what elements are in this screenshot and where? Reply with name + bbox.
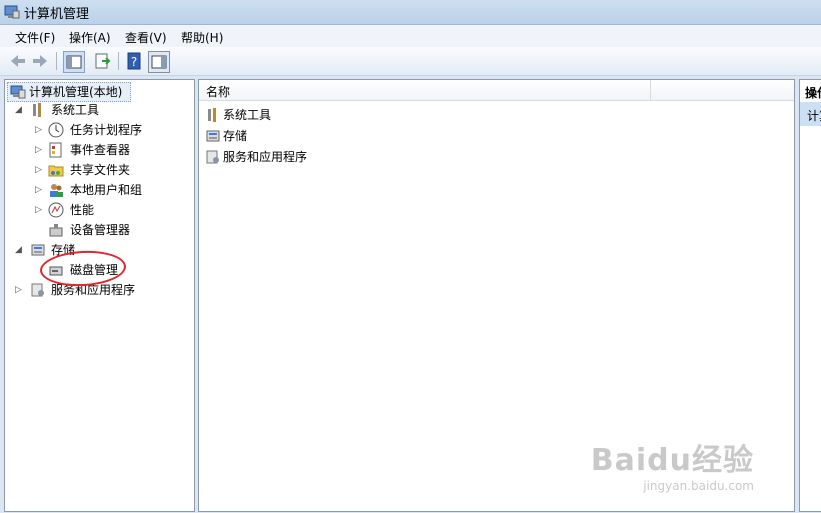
storage-icon: [31, 244, 45, 256]
shared-folder-icon: [48, 165, 64, 177]
tree-label: 共享文件夹: [70, 163, 131, 177]
actions-header-label: 操作: [805, 86, 821, 100]
collapsed-arrow-icon[interactable]: ▷: [35, 201, 42, 219]
performance-icon: [48, 202, 64, 218]
collapsed-arrow-icon[interactable]: ▷: [35, 121, 42, 139]
event-viewer-icon: [49, 142, 62, 158]
actions-header: 操作: [800, 80, 821, 102]
list-item-label: 服务和应用程序: [223, 150, 308, 164]
list-item-label: 存储: [223, 129, 248, 143]
expanded-arrow-icon[interactable]: ◢: [15, 101, 22, 119]
console-tree: 计算机管理(本地) ◢ 系统工具 ▷ 任务计划程序 ▷ 事件查看器 ▷ 共享文件…: [4, 79, 195, 512]
watermark-brand: Baidu经验: [590, 443, 754, 478]
computer-management-icon: [10, 85, 26, 99]
column-header: 名称: [199, 80, 794, 101]
menu-bar: 文件(F) 操作(A) 查看(V) 帮助(H): [0, 25, 821, 47]
tree-label: 性能: [70, 203, 95, 217]
tree-item-root[interactable]: 计算机管理(本地): [7, 82, 131, 102]
menu-help[interactable]: 帮助(H): [181, 29, 223, 46]
collapsed-arrow-icon[interactable]: ▷: [15, 281, 22, 299]
collapsed-arrow-icon[interactable]: ▷: [35, 141, 42, 159]
collapsed-arrow-icon[interactable]: ▷: [35, 161, 42, 179]
column-divider: [650, 80, 651, 100]
collapsed-arrow-icon[interactable]: ▷: [35, 181, 42, 199]
tools-icon: [33, 103, 41, 117]
services-icon: [206, 150, 219, 164]
tree-label: 设备管理器: [70, 223, 131, 237]
device-manager-icon: [49, 224, 63, 237]
menu-action[interactable]: 操作(A): [69, 29, 111, 46]
services-icon: [31, 283, 44, 297]
tree-item-system-tools[interactable]: ◢ 系统工具: [15, 101, 185, 119]
back-arrow-icon[interactable]: [8, 51, 28, 71]
tree-item-shared-folders[interactable]: ▷ 共享文件夹: [35, 161, 185, 179]
export-list-icon[interactable]: [93, 51, 113, 71]
actions-pane: 操作 计算机管理: [799, 79, 821, 512]
tree-label: 系统工具: [51, 103, 100, 117]
window-title: 计算机管理: [24, 7, 90, 22]
toolbar-separator: [118, 52, 119, 70]
tree-item-event-viewer[interactable]: ▷ 事件查看器: [35, 141, 185, 159]
actions-item-label: 计算机管理: [807, 109, 821, 123]
tree-root-label: 计算机管理(本地): [29, 85, 123, 99]
computer-management-icon: [4, 5, 20, 19]
list-item-label: 系统工具: [223, 108, 272, 122]
title-bar: 计算机管理: [0, 0, 821, 25]
toolbar: ?: [0, 47, 821, 76]
tools-icon: [208, 108, 216, 122]
forward-arrow-icon[interactable]: [30, 51, 50, 71]
tree-label: 事件查看器: [70, 143, 131, 157]
show-hide-console-tree-icon[interactable]: [63, 51, 85, 73]
help-icon[interactable]: ?: [124, 51, 144, 71]
svg-text:?: ?: [131, 55, 137, 69]
results-pane: 名称 系统工具 存储 服务和应用程序 Baidu经验 jingyan.baidu…: [198, 79, 795, 512]
expanded-arrow-icon[interactable]: ◢: [15, 241, 22, 259]
tree-item-device-manager[interactable]: 设备管理器: [35, 221, 185, 239]
show-hide-action-pane-icon[interactable]: [148, 51, 170, 73]
clock-icon: [48, 122, 64, 138]
tree-label: 任务计划程序: [70, 123, 143, 137]
tree-label: 本地用户和组: [70, 183, 143, 197]
tree-item-task-scheduler[interactable]: ▷ 任务计划程序: [35, 121, 185, 139]
tree-item-performance[interactable]: ▷ 性能: [35, 201, 185, 219]
tree-item-local-users[interactable]: ▷ 本地用户和组: [35, 181, 185, 199]
menu-view[interactable]: 查看(V): [125, 29, 167, 46]
users-icon: [50, 184, 63, 197]
toolbar-separator: [56, 52, 57, 70]
storage-icon: [206, 130, 220, 142]
watermark-url: jingyan.baidu.com: [643, 479, 754, 493]
actions-item-computer-management[interactable]: 计算机管理: [800, 102, 821, 126]
column-name-header[interactable]: 名称: [206, 83, 230, 100]
watermark: Baidu经验 jingyan.baidu.com: [591, 435, 754, 493]
menu-file[interactable]: 文件(F): [15, 29, 55, 46]
